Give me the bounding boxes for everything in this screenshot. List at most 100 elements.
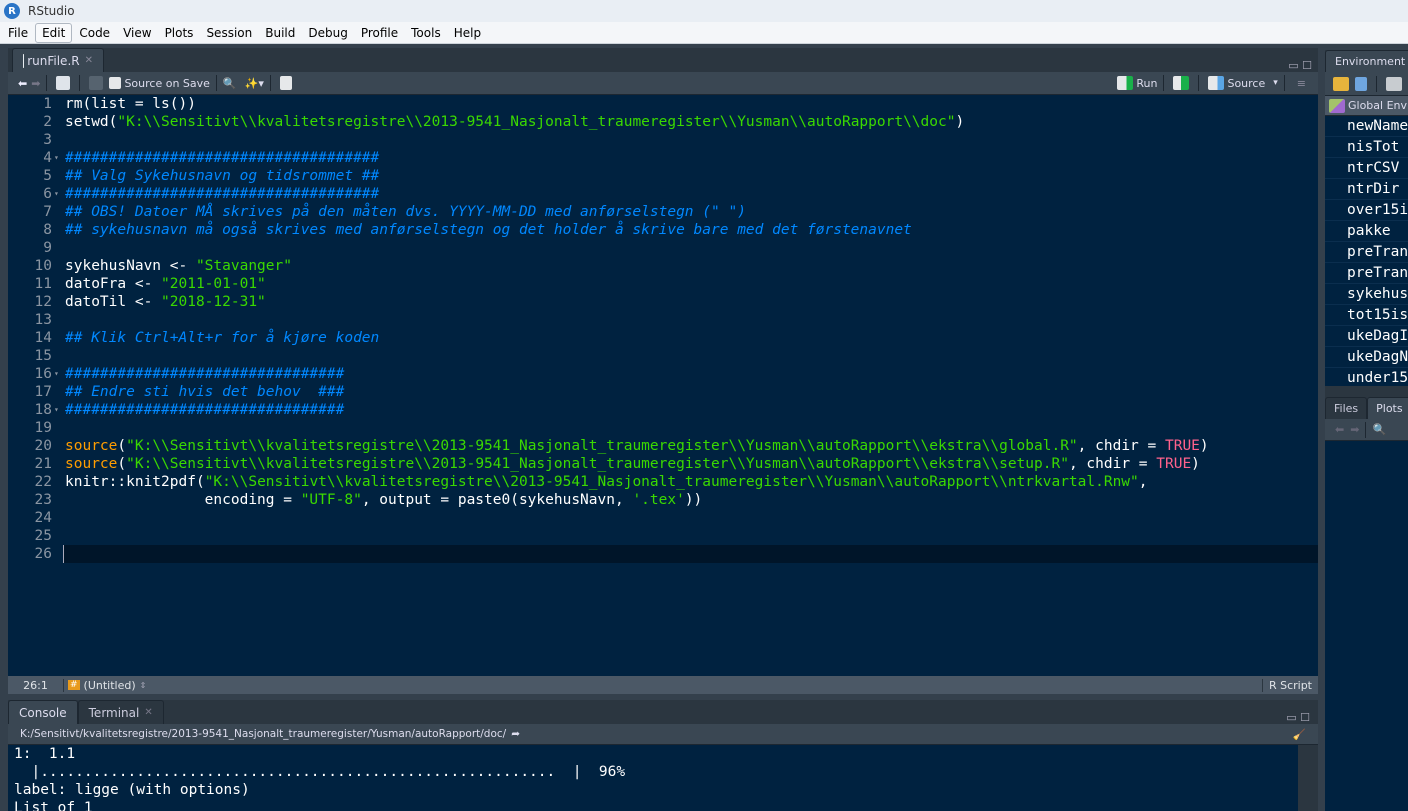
- env-variable[interactable]: ukeDagN: [1325, 347, 1408, 368]
- tab-files[interactable]: Files: [1325, 397, 1368, 419]
- tab-terminal[interactable]: Terminal ✕: [77, 700, 164, 724]
- fold-icon[interactable]: [54, 293, 63, 311]
- source-button[interactable]: Source: [1227, 77, 1265, 90]
- fold-icon[interactable]: [54, 491, 63, 509]
- source-dropdown-icon[interactable]: ▾: [1273, 78, 1278, 88]
- clear-console-broom-icon[interactable]: 🧹: [1293, 728, 1306, 741]
- filetype-selector[interactable]: R Script: [1261, 678, 1318, 692]
- fold-icon[interactable]: [54, 347, 63, 365]
- go-to-directory-icon[interactable]: ➦: [511, 728, 520, 740]
- env-variable[interactable]: over15i: [1325, 200, 1408, 221]
- scope-selector[interactable]: (Untitled): [84, 679, 136, 692]
- console-output[interactable]: 1: 1.1 |................................…: [8, 745, 1298, 811]
- plot-forward-icon[interactable]: ➡: [1350, 423, 1359, 436]
- fold-icon[interactable]: [54, 545, 63, 563]
- close-tab-icon[interactable]: ✕: [85, 55, 93, 66]
- env-variable[interactable]: sykehus: [1325, 284, 1408, 305]
- fold-icon[interactable]: ▾: [54, 401, 63, 419]
- env-variable[interactable]: newName: [1325, 116, 1408, 137]
- run-button[interactable]: Run: [1136, 77, 1157, 90]
- code-tools-wand-icon[interactable]: ✨▾: [245, 77, 264, 90]
- search-icon[interactable]: 🔍: [223, 77, 237, 90]
- menu-tools[interactable]: Tools: [405, 24, 447, 42]
- env-variable[interactable]: ntrCSV: [1325, 158, 1408, 179]
- close-terminal-icon[interactable]: ✕: [144, 707, 152, 718]
- rerun-button[interactable]: [1173, 76, 1190, 90]
- forward-icon[interactable]: ➡: [31, 77, 40, 90]
- menu-file[interactable]: File: [2, 24, 34, 42]
- fold-icon[interactable]: [54, 131, 63, 149]
- menu-help[interactable]: Help: [448, 24, 487, 42]
- code-line[interactable]: 8 ## sykehusnavn må også skrives med anfø…: [8, 221, 1318, 239]
- code-line[interactable]: 11 datoFra <- "2011-01-01": [8, 275, 1318, 293]
- save-workspace-icon[interactable]: [1355, 76, 1367, 91]
- tab-console[interactable]: Console: [8, 700, 78, 724]
- code-line[interactable]: 18 ▾ ################################: [8, 401, 1318, 419]
- tab-plots[interactable]: Plots: [1367, 397, 1408, 419]
- code-line[interactable]: 24: [8, 509, 1318, 527]
- env-variable[interactable]: nisTot: [1325, 137, 1408, 158]
- code-line[interactable]: 20 source("K:\\Sensitivt\\kvalitetsregist…: [8, 437, 1318, 455]
- global-env-selector[interactable]: Global Env: [1325, 96, 1408, 116]
- code-editor[interactable]: 1 rm(list = ls()) 2 setwd("K:\\Sensitivt\\k…: [8, 95, 1318, 676]
- code-line[interactable]: 17 ## Endre sti hvis det behov ###: [8, 383, 1318, 401]
- code-line[interactable]: 5 ## Valg Sykehusnavn og tidsrommet ##: [8, 167, 1318, 185]
- fold-icon[interactable]: [54, 329, 63, 347]
- show-in-window-icon[interactable]: [56, 76, 71, 90]
- fold-icon[interactable]: [54, 437, 63, 455]
- fold-icon[interactable]: [54, 239, 63, 257]
- code-line[interactable]: 21 source("K:\\Sensitivt\\kvalitetsregist…: [8, 455, 1318, 473]
- menu-debug[interactable]: Debug: [302, 24, 353, 42]
- code-line[interactable]: 22 knitr::knit2pdf("K:\\Sensitivt\\kvalit…: [8, 473, 1318, 491]
- fold-icon[interactable]: ▾: [54, 149, 63, 167]
- tab-environment[interactable]: Environment: [1325, 50, 1408, 72]
- code-line[interactable]: 9: [8, 239, 1318, 257]
- fold-icon[interactable]: [54, 455, 63, 473]
- fold-icon[interactable]: [54, 311, 63, 329]
- console-scrollbar[interactable]: [1298, 745, 1318, 811]
- code-line[interactable]: 26: [8, 545, 1318, 563]
- source-on-save-checkbox[interactable]: [109, 77, 122, 89]
- code-line[interactable]: 1 rm(list = ls()): [8, 95, 1318, 113]
- fold-icon[interactable]: [54, 167, 63, 185]
- minimize-pane-icon[interactable]: ▭ ☐: [1288, 59, 1312, 72]
- load-workspace-icon[interactable]: [1333, 76, 1349, 91]
- fold-icon[interactable]: [54, 383, 63, 401]
- document-outline-icon[interactable]: ≡: [1297, 77, 1306, 90]
- fold-icon[interactable]: [54, 419, 63, 437]
- fold-icon[interactable]: [54, 473, 63, 491]
- menu-profile[interactable]: Profile: [355, 24, 404, 42]
- maximize-console-icon[interactable]: ▭ ☐: [1286, 711, 1310, 724]
- back-icon[interactable]: ⬅: [18, 77, 27, 90]
- menu-view[interactable]: View: [117, 24, 157, 42]
- code-line[interactable]: 7 ## OBS! Datoer MÅ skrives på den måten …: [8, 203, 1318, 221]
- code-line[interactable]: 15: [8, 347, 1318, 365]
- code-line[interactable]: 14 ## Klik Ctrl+Alt+r for å kjøre koden: [8, 329, 1318, 347]
- code-line[interactable]: 4 ▾ ####################################: [8, 149, 1318, 167]
- code-line[interactable]: 12 datoTil <- "2018-12-31": [8, 293, 1318, 311]
- code-line[interactable]: 16 ▾ ################################: [8, 365, 1318, 383]
- menu-build[interactable]: Build: [259, 24, 301, 42]
- zoom-icon[interactable]: 🔍: [1372, 423, 1386, 436]
- fold-icon[interactable]: [54, 113, 63, 131]
- code-line[interactable]: 25: [8, 527, 1318, 545]
- env-variable[interactable]: pakke: [1325, 221, 1408, 242]
- code-line[interactable]: 19: [8, 419, 1318, 437]
- fold-icon[interactable]: [54, 509, 63, 527]
- fold-icon[interactable]: ▾: [54, 365, 63, 383]
- code-line[interactable]: 23 encoding = "UTF-8", output = paste0(s…: [8, 491, 1318, 509]
- menu-edit[interactable]: Edit: [35, 22, 73, 43]
- env-variable[interactable]: under15: [1325, 368, 1408, 386]
- menu-plots[interactable]: Plots: [159, 24, 200, 42]
- env-variable[interactable]: preTran: [1325, 242, 1408, 263]
- code-line[interactable]: 10 sykehusNavn <- "Stavanger": [8, 257, 1318, 275]
- plot-back-icon[interactable]: ⬅: [1335, 423, 1344, 436]
- fold-icon[interactable]: ▾: [54, 185, 63, 203]
- code-line[interactable]: 6 ▾ ####################################: [8, 185, 1318, 203]
- code-line[interactable]: 3: [8, 131, 1318, 149]
- env-variable[interactable]: preTran: [1325, 263, 1408, 284]
- env-variable[interactable]: ukeDagI: [1325, 326, 1408, 347]
- fold-icon[interactable]: [54, 527, 63, 545]
- import-dataset-icon[interactable]: [1386, 76, 1402, 91]
- menu-code[interactable]: Code: [73, 24, 116, 42]
